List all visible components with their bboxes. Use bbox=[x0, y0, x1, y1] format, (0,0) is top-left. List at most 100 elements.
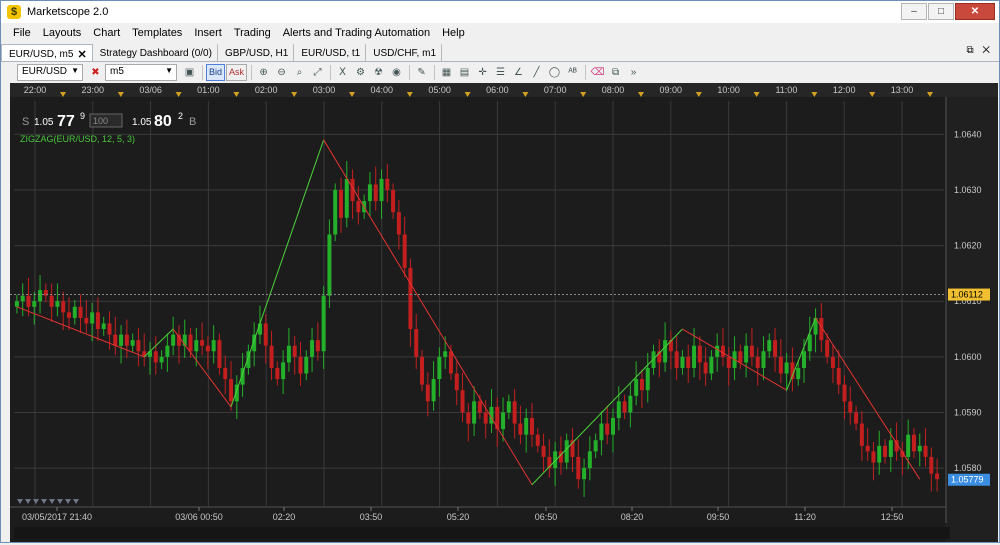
menu-chart[interactable]: Chart bbox=[93, 27, 120, 39]
globe-icon[interactable]: ◉ bbox=[388, 64, 405, 81]
zoom-area-icon[interactable]: ⌕ bbox=[291, 64, 308, 81]
menu-templates[interactable]: Templates bbox=[132, 27, 182, 39]
pen-icon[interactable]: ╱ bbox=[528, 64, 545, 81]
toolbar-separator bbox=[585, 65, 587, 80]
top-time-label: 13:00 bbox=[891, 85, 914, 95]
menu-file[interactable]: File bbox=[13, 27, 31, 39]
indicator-icon[interactable]: Ⅹ bbox=[334, 64, 351, 81]
tab-gbpusd-h1[interactable]: GBP/USD, H1 bbox=[218, 44, 295, 61]
candle-body bbox=[848, 401, 853, 413]
candle-body bbox=[674, 351, 679, 368]
candle-body bbox=[749, 345, 754, 357]
bid-toggle[interactable]: Bid bbox=[206, 64, 226, 81]
candle-body bbox=[628, 395, 633, 413]
candle-body bbox=[524, 418, 529, 435]
candle-body bbox=[402, 234, 407, 268]
image-icon[interactable]: ▤ bbox=[456, 64, 473, 81]
trend-icon[interactable]: ∠ bbox=[510, 64, 527, 81]
menu-alerts[interactable]: Alerts and Trading Automation bbox=[283, 27, 430, 39]
more-tools-icon[interactable]: » bbox=[625, 64, 642, 81]
close-button[interactable]: ✕ bbox=[955, 3, 995, 20]
chart-type-icon[interactable]: ▣ bbox=[181, 64, 198, 81]
candle-body bbox=[842, 384, 847, 402]
candle-body bbox=[871, 451, 876, 463]
chart-background bbox=[10, 83, 998, 542]
candle-body bbox=[854, 412, 859, 424]
candle-body bbox=[454, 373, 459, 391]
candle-body bbox=[680, 356, 685, 368]
candle-body bbox=[715, 345, 720, 357]
tab-eurusd-m5[interactable]: EUR/USD, m5 ✕ bbox=[1, 44, 93, 61]
candle-body bbox=[367, 184, 372, 202]
eraser-icon[interactable]: ⌫ bbox=[589, 64, 606, 81]
lines-icon[interactable]: ☰ bbox=[492, 64, 509, 81]
strategy-icon[interactable]: ⚙ bbox=[352, 64, 369, 81]
menu-help[interactable]: Help bbox=[442, 27, 465, 39]
symbol-dropdown[interactable]: EUR/USD ▼ bbox=[17, 64, 83, 81]
minimize-button[interactable]: – bbox=[901, 3, 927, 20]
zoom-in-icon[interactable]: ⊕ bbox=[255, 64, 272, 81]
title-bar[interactable]: $ Marketscope 2.0 – □ ✕ bbox=[1, 1, 999, 23]
text-icon[interactable]: ᴬᴮ bbox=[564, 64, 581, 81]
tab-tools-icons[interactable]: ⧉ ✕ bbox=[966, 45, 993, 56]
horizontal-scrollbar[interactable] bbox=[14, 527, 950, 539]
crosshair-icon[interactable]: ✛ bbox=[474, 64, 491, 81]
sell-label: S bbox=[22, 116, 29, 128]
candle-body bbox=[90, 312, 95, 324]
candle-body bbox=[55, 301, 60, 307]
tab-close-icon[interactable]: ✕ bbox=[77, 48, 86, 61]
candle-body bbox=[703, 362, 708, 374]
picture-icon[interactable]: ▦ bbox=[438, 64, 455, 81]
toolbar-separator bbox=[409, 65, 411, 80]
candle-body bbox=[200, 340, 205, 346]
ruler-icon[interactable]: ✎ bbox=[413, 64, 430, 81]
network-icon[interactable]: ⧉ bbox=[607, 64, 624, 81]
candle-body bbox=[767, 340, 772, 352]
candle-body bbox=[512, 401, 517, 424]
menu-insert[interactable]: Insert bbox=[194, 27, 222, 39]
amount-value: 100 bbox=[93, 116, 108, 126]
signals-icon[interactable]: ☢ bbox=[370, 64, 387, 81]
price-label: 1.0630 bbox=[954, 185, 982, 195]
remove-symbol-icon[interactable]: ✖ bbox=[87, 64, 104, 81]
toolbar-separator bbox=[434, 65, 436, 80]
tab-strategy-dashboard[interactable]: Strategy Dashboard (0/0) bbox=[93, 44, 218, 61]
tab-eurusd-t1[interactable]: EUR/USD, t1 bbox=[294, 44, 367, 61]
zoom-fit-icon[interactable]: ⤢ bbox=[309, 64, 326, 81]
ask-toggle[interactable]: Ask bbox=[226, 64, 248, 81]
zoom-out-icon[interactable]: ⊖ bbox=[273, 64, 290, 81]
candle-body bbox=[761, 351, 766, 368]
menu-trading[interactable]: Trading bbox=[234, 27, 271, 39]
tab-usdchf-m1[interactable]: USD/CHF, m1 bbox=[366, 44, 443, 61]
candle-body bbox=[321, 295, 326, 352]
maximize-button[interactable]: □ bbox=[928, 3, 954, 20]
candle-body bbox=[477, 401, 482, 413]
bottom-time-label: 03/06 00:50 bbox=[175, 512, 223, 522]
price-chart[interactable]: 22:00 23:00 03/06 01:00 02:00 03:00 04:00 05:00… bbox=[10, 83, 998, 542]
menu-bar: File Layouts Chart Templates Insert Trad… bbox=[1, 23, 999, 43]
candle-body bbox=[709, 356, 714, 374]
candle-body bbox=[84, 317, 89, 324]
candle-body bbox=[20, 295, 25, 302]
period-dropdown[interactable]: m5 ▼ bbox=[105, 64, 177, 81]
candle-body bbox=[686, 356, 691, 368]
candle-body bbox=[188, 334, 193, 352]
candle-body bbox=[529, 418, 534, 435]
menu-layouts[interactable]: Layouts bbox=[43, 27, 82, 39]
price-label: 1.0600 bbox=[954, 352, 982, 362]
top-time-label: 01:00 bbox=[197, 85, 220, 95]
candle-body bbox=[796, 367, 801, 380]
candle-body bbox=[501, 412, 506, 430]
ellipse-icon[interactable]: ◯ bbox=[546, 64, 563, 81]
chart-area[interactable]: 22:00 23:00 03/06 01:00 02:00 03:00 04:00 05:00… bbox=[10, 83, 998, 542]
candle-body bbox=[784, 362, 789, 374]
tab-label: EUR/USD, m5 bbox=[9, 48, 74, 60]
chart-tabs: EUR/USD, m5 ✕ Strategy Dashboard (0/0) G… bbox=[1, 44, 999, 62]
buy-fraction: 2 bbox=[178, 111, 183, 121]
bottom-time-label: 09:50 bbox=[707, 512, 730, 522]
candle-body bbox=[315, 340, 320, 352]
candle-body bbox=[778, 356, 783, 374]
candle-body bbox=[217, 340, 222, 368]
candle-body bbox=[72, 306, 77, 318]
buy-price-big: 1.05 bbox=[132, 117, 152, 128]
